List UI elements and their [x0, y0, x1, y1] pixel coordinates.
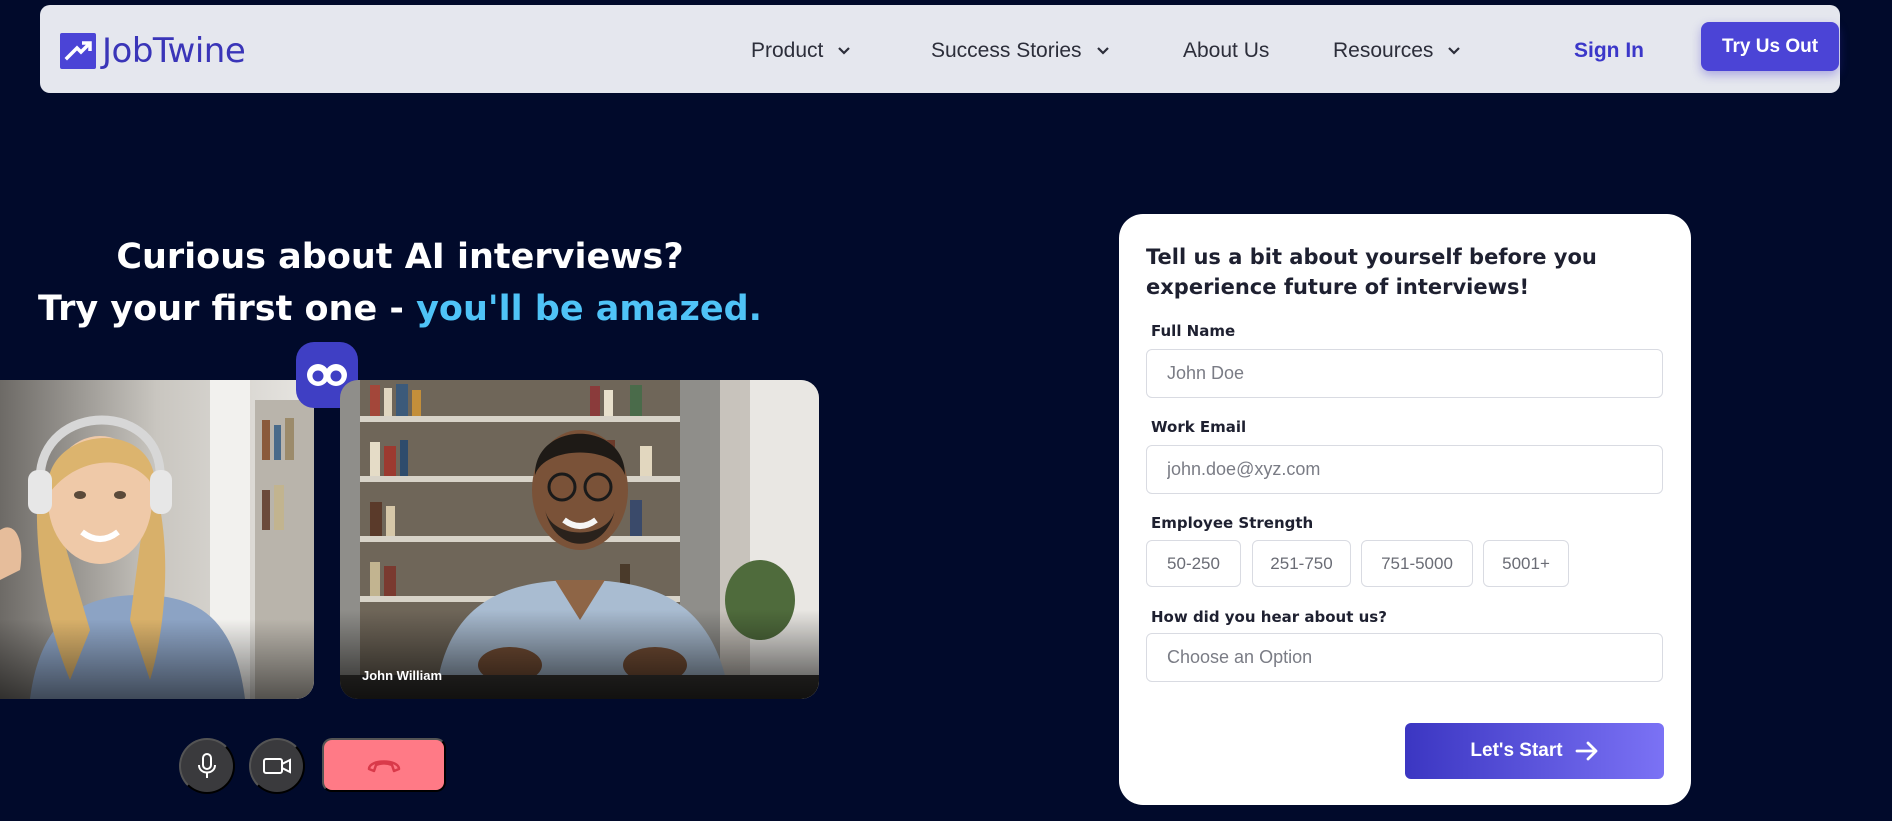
employee-strength-option[interactable]: 50-250 — [1146, 540, 1241, 587]
signup-form: Tell us a bit about yourself before you … — [1119, 214, 1691, 805]
chevron-down-icon — [1096, 47, 1109, 55]
video-tile-interviewer — [0, 380, 314, 699]
chevron-down-icon — [1448, 47, 1461, 55]
hero-subheadline-plain: Try your first one - — [38, 289, 417, 329]
interviewer-video-feed — [0, 380, 314, 699]
video-tile-candidate: John William — [340, 380, 819, 699]
lets-start-button[interactable]: Let's Start — [1405, 723, 1664, 779]
nav-success-stories-label: Success Stories — [931, 39, 1082, 62]
top-navbar: JobTwine Product Success Stories About U… — [40, 5, 1840, 93]
hang-up-icon — [367, 760, 401, 773]
employee-strength-option[interactable]: 251-750 — [1252, 540, 1351, 587]
lets-start-label: Let's Start — [1470, 740, 1563, 761]
nav-success-stories[interactable]: Success Stories — [931, 39, 1114, 63]
ai-bot-eyes-icon — [307, 364, 347, 386]
referral-select[interactable]: Choose an Option — [1146, 633, 1663, 682]
employee-strength-label: Employee Strength — [1151, 514, 1314, 532]
hero-subheadline: Try your first one - you'll be amazed. — [0, 289, 800, 329]
brand-logo[interactable]: JobTwine — [60, 31, 246, 71]
employee-strength-option[interactable]: 5001+ — [1483, 540, 1569, 587]
camera-button[interactable] — [249, 738, 305, 794]
mic-icon — [198, 753, 216, 778]
try-us-out-button[interactable]: Try Us Out — [1701, 22, 1839, 71]
nav-product-label: Product — [751, 39, 824, 62]
candidate-video-feed — [340, 380, 819, 699]
hero-subheadline-highlight: you'll be amazed. — [416, 289, 762, 329]
nav-about-us[interactable]: About Us — [1183, 39, 1269, 63]
work-email-input[interactable] — [1146, 445, 1663, 494]
arrow-right-icon — [1575, 741, 1597, 761]
referral-label: How did you hear about us? — [1151, 608, 1387, 626]
full-name-input[interactable] — [1146, 349, 1663, 398]
full-name-label: Full Name — [1151, 322, 1236, 340]
referral-select-value: Choose an Option — [1167, 647, 1313, 667]
nav-resources[interactable]: Resources — [1333, 39, 1465, 63]
work-email-label: Work Email — [1151, 418, 1247, 436]
sign-in-link[interactable]: Sign In — [1574, 39, 1644, 63]
logo-mark-icon — [60, 33, 96, 69]
hero-headline: Curious about AI interviews? — [116, 237, 684, 277]
employee-strength-option[interactable]: 751-5000 — [1361, 540, 1473, 587]
brand-name: JobTwine — [102, 31, 246, 71]
mic-button[interactable] — [179, 738, 235, 794]
chevron-down-icon — [838, 47, 851, 55]
video-camera-icon — [263, 758, 291, 774]
end-call-button[interactable] — [322, 738, 446, 792]
nav-product[interactable]: Product — [751, 39, 855, 63]
form-title: Tell us a bit about yourself before you … — [1146, 245, 1597, 299]
participant-name-tag: John William — [362, 668, 443, 683]
nav-resources-label: Resources — [1333, 39, 1434, 62]
nav-about-us-label: About Us — [1183, 39, 1270, 62]
